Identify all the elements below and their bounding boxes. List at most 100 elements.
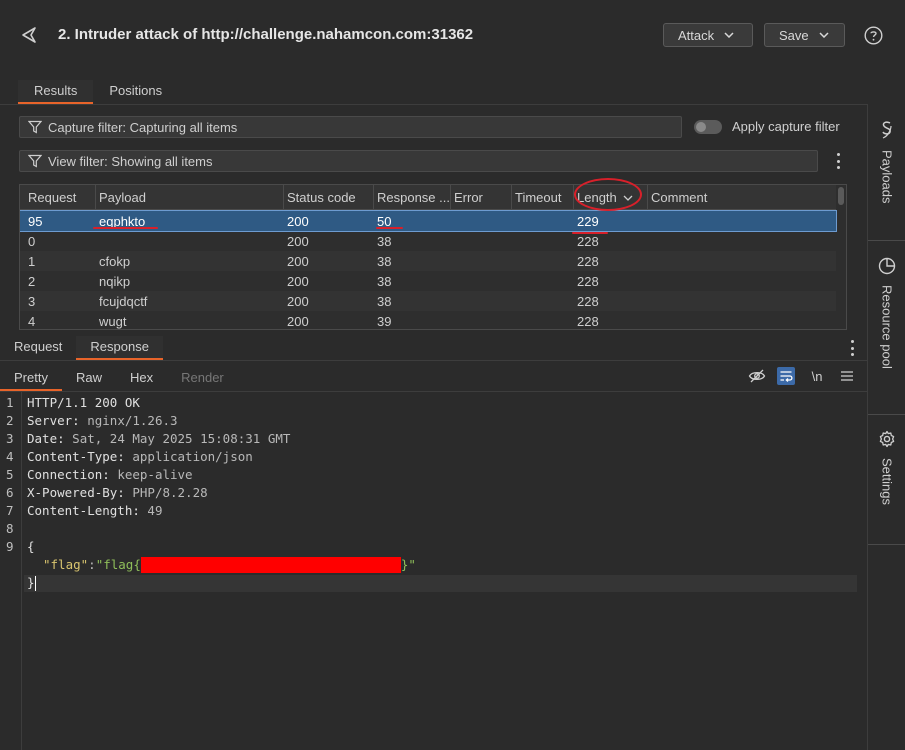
code-line: 5 Connection: keep-alive bbox=[0, 466, 860, 484]
filter-icon bbox=[28, 154, 42, 168]
line-number: 1 bbox=[6, 395, 14, 410]
more-options-icon[interactable] bbox=[850, 340, 854, 356]
cell-length: 228 bbox=[577, 314, 599, 329]
more-options-icon[interactable] bbox=[836, 153, 840, 169]
code-line: 3 Date: Sat, 24 May 2025 15:08:31 GMT bbox=[0, 430, 860, 448]
capture-filter-label: Capture filter: Capturing all items bbox=[48, 119, 238, 135]
header-name: Content-Length: bbox=[27, 503, 140, 518]
json-open-brace: { bbox=[27, 539, 35, 554]
resource-pool-icon bbox=[878, 257, 896, 275]
annotation-underline-payload bbox=[93, 227, 158, 229]
cell-length: 229 bbox=[577, 214, 599, 229]
tab-positions[interactable]: Positions bbox=[93, 80, 178, 104]
tab-render: Render bbox=[181, 370, 224, 385]
column-header-payload[interactable]: Payload bbox=[96, 185, 284, 210]
header-name: X-Powered-By: bbox=[27, 485, 125, 500]
cell-request: 95 bbox=[28, 214, 43, 229]
json-flag-prefix: "flag{ bbox=[95, 557, 141, 572]
table-row[interactable]: 0 200 38 228 bbox=[20, 231, 836, 251]
cell-request: 3 bbox=[28, 294, 36, 309]
chevron-down-icon bbox=[724, 32, 734, 38]
table-row[interactable]: 4 wugt 200 39 228 bbox=[20, 311, 836, 329]
header-value: 49 bbox=[139, 503, 163, 518]
column-header-status-code[interactable]: Status code bbox=[284, 185, 374, 210]
send-back-icon[interactable] bbox=[20, 26, 38, 44]
tab-pretty[interactable]: Pretty bbox=[0, 367, 62, 391]
show-newlines-toggle[interactable]: \n bbox=[808, 367, 826, 385]
cell-payload: wugt bbox=[99, 314, 127, 329]
gear-icon bbox=[879, 430, 895, 448]
sidebar-item-label: Resource pool bbox=[879, 285, 895, 369]
line-number: 5 bbox=[6, 467, 14, 482]
cell-request: 2 bbox=[28, 274, 36, 289]
menu-icon[interactable] bbox=[838, 367, 856, 385]
cell-request: 4 bbox=[28, 314, 36, 329]
code-line: 2 Server: nginx/1.26.3 bbox=[0, 412, 860, 430]
cell-status: 200 bbox=[287, 254, 309, 269]
page-title: 2. Intruder attack of http://challenge.n… bbox=[58, 26, 474, 43]
table-row[interactable]: 2 nqikp 200 38 228 bbox=[20, 271, 836, 291]
cell-payload bbox=[91, 231, 107, 251]
cell-length: 228 bbox=[577, 274, 599, 289]
divider bbox=[868, 544, 905, 545]
save-button[interactable]: Save bbox=[764, 23, 845, 47]
cell-length: 228 bbox=[577, 234, 599, 249]
tab-raw[interactable]: Raw bbox=[62, 367, 116, 391]
code-line: 1 HTTP/1.1 200 OK bbox=[0, 394, 860, 412]
column-header-response[interactable]: Response ... bbox=[374, 185, 451, 210]
line-number: 3 bbox=[6, 431, 14, 446]
word-wrap-icon[interactable] bbox=[777, 367, 795, 385]
divider bbox=[868, 414, 905, 415]
cell-response: 38 bbox=[377, 254, 392, 269]
divider bbox=[0, 104, 867, 105]
cell-status: 200 bbox=[287, 314, 309, 329]
column-header-request[interactable]: Request bbox=[20, 185, 96, 210]
attack-button-label: Attack bbox=[678, 27, 715, 43]
cell-response: 38 bbox=[377, 234, 392, 249]
table-scrollbar[interactable] bbox=[838, 187, 844, 205]
cell-payload: fcujdqctf bbox=[99, 294, 148, 309]
line-number: 7 bbox=[6, 503, 14, 518]
header-name: Date: bbox=[27, 431, 65, 446]
chevron-down-icon bbox=[819, 32, 829, 38]
view-filter-bar[interactable]: View filter: Showing all items bbox=[19, 150, 818, 172]
json-key-flag: "flag" bbox=[43, 557, 89, 572]
filter-icon bbox=[28, 120, 42, 134]
cell-status: 200 bbox=[287, 214, 309, 229]
cell-response: 39 bbox=[377, 314, 392, 329]
header-value: nginx/1.26.3 bbox=[79, 413, 178, 428]
sidebar-item-payloads[interactable]: Payloads bbox=[868, 120, 905, 203]
cell-length: 228 bbox=[577, 254, 599, 269]
response-editor[interactable]: 1 HTTP/1.1 200 OK 2 Server: nginx/1.26.3… bbox=[0, 392, 867, 750]
column-header-timeout[interactable]: Timeout bbox=[512, 185, 574, 210]
apply-capture-filter-toggle[interactable] bbox=[694, 120, 722, 134]
sidebar-item-resource-pool[interactable]: Resource pool bbox=[868, 257, 905, 369]
hide-eye-icon[interactable] bbox=[748, 367, 766, 385]
table-row[interactable]: 1 cfokp 200 38 228 bbox=[20, 251, 836, 271]
results-table: Request Payload Status code Response ...… bbox=[19, 184, 847, 330]
apply-capture-filter-label: Apply capture filter bbox=[732, 119, 840, 134]
tab-request[interactable]: Request bbox=[0, 336, 76, 360]
column-header-error[interactable]: Error bbox=[451, 185, 512, 210]
tab-response[interactable]: Response bbox=[76, 336, 163, 360]
column-header-comment[interactable]: Comment bbox=[648, 185, 836, 210]
capture-filter-bar[interactable]: Capture filter: Capturing all items bbox=[19, 116, 682, 138]
divider bbox=[868, 240, 905, 241]
attack-button[interactable]: Attack bbox=[663, 23, 753, 47]
cell-request: 0 bbox=[28, 234, 36, 249]
help-icon[interactable] bbox=[864, 26, 883, 45]
sidebar-item-settings[interactable]: Settings bbox=[868, 430, 905, 505]
redaction-box bbox=[140, 557, 401, 573]
tab-results[interactable]: Results bbox=[18, 80, 94, 104]
sidebar-item-label: Settings bbox=[879, 458, 895, 505]
cell-status: 200 bbox=[287, 274, 309, 289]
tab-hex[interactable]: Hex bbox=[116, 367, 167, 391]
cell-request: 1 bbox=[28, 254, 36, 269]
table-row[interactable]: 3 fcujdqctf 200 38 228 bbox=[20, 291, 836, 311]
view-filter-label: View filter: Showing all items bbox=[48, 153, 213, 169]
payloads-icon bbox=[882, 121, 892, 139]
cell-payload: nqikp bbox=[99, 274, 131, 289]
request-response-tabs: Request Response bbox=[0, 336, 163, 360]
json-close-brace: } bbox=[27, 575, 35, 590]
title-bar: 2. Intruder attack of http://challenge.n… bbox=[0, 0, 905, 72]
